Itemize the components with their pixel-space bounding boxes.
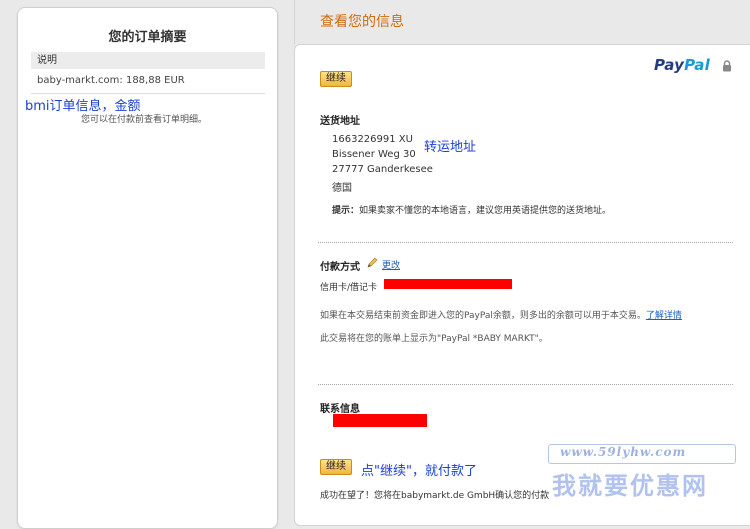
success-message: 成功在望了！您将在babymarkt.de GmbH确认您的付款 (320, 491, 550, 501)
card-label: 信用卡/借记卡 (320, 283, 378, 293)
tip-label: 提示： (332, 206, 360, 216)
paypal-logo-pal: Pal (684, 56, 710, 74)
redacted-contact (333, 414, 427, 427)
divider (31, 93, 265, 94)
learn-more-link[interactable]: 了解详情 (646, 311, 682, 321)
change-payment-link[interactable]: 更改 (382, 258, 400, 271)
address-line-3: 27777 Ganderkesee (332, 164, 433, 175)
statement-info: 此交易将在您的账单上显示为"PayPal *BABY MARKT"。 (320, 334, 548, 344)
watermark-url: www.59lyhw.com (560, 445, 687, 459)
annotation-click-continue: 点"继续"，就付款了 (361, 464, 477, 479)
annotation-order-info: bmi订单信息，金额 (25, 99, 141, 114)
address-line-1: 1663226991 XU (332, 134, 413, 145)
balance-text: 如果在本交易结束前资金即进入您的PayPal余额，则多出的余额可以用于本交易。 (320, 311, 646, 321)
continue-button-top[interactable]: 继续 (320, 71, 352, 87)
description-header: 说明 (31, 52, 265, 69)
paypal-logo: PayPal (654, 56, 710, 74)
annotation-forwarding-address: 转运地址 (424, 140, 477, 155)
lock-icon (723, 60, 731, 72)
section-divider (318, 242, 733, 243)
page-title: 查看您的信息 (320, 14, 404, 30)
address-line-4: 德国 (332, 183, 352, 194)
balance-info: 如果在本交易结束前资金即进入您的PayPal余额，则多出的余额可以用于本交易。了… (320, 308, 682, 321)
order-summary-title: 您的订单摘要 (108, 30, 187, 45)
order-summary-panel: 您的订单摘要 说明 baby-markt.com: 188,88 EUR 您可以… (17, 7, 278, 529)
section-divider (318, 384, 733, 385)
contact-info-title: 联系信息 (320, 404, 360, 415)
shipping-tip: 提示：如果卖家不懂您的本地语言，建议您用英语提供您的送货地址。 (332, 203, 611, 216)
merchant-amount: baby-markt.com: 188,88 EUR (37, 75, 185, 86)
shipping-address-title: 送货地址 (320, 116, 360, 127)
payment-method-title: 付款方式 (320, 262, 360, 273)
continue-button-bottom[interactable]: 继续 (320, 459, 352, 475)
address-line-2: Bissener Weg 30 (332, 149, 416, 160)
pencil-icon (367, 257, 378, 268)
paypal-logo-pay: Pay (654, 56, 685, 74)
redacted-card-number (384, 279, 512, 289)
watermark-text: 我就要优惠网 (552, 472, 708, 500)
tip-text: 如果卖家不懂您的本地语言，建议您用英语提供您的送货地址。 (359, 206, 612, 216)
panel-separator (294, 0, 295, 44)
